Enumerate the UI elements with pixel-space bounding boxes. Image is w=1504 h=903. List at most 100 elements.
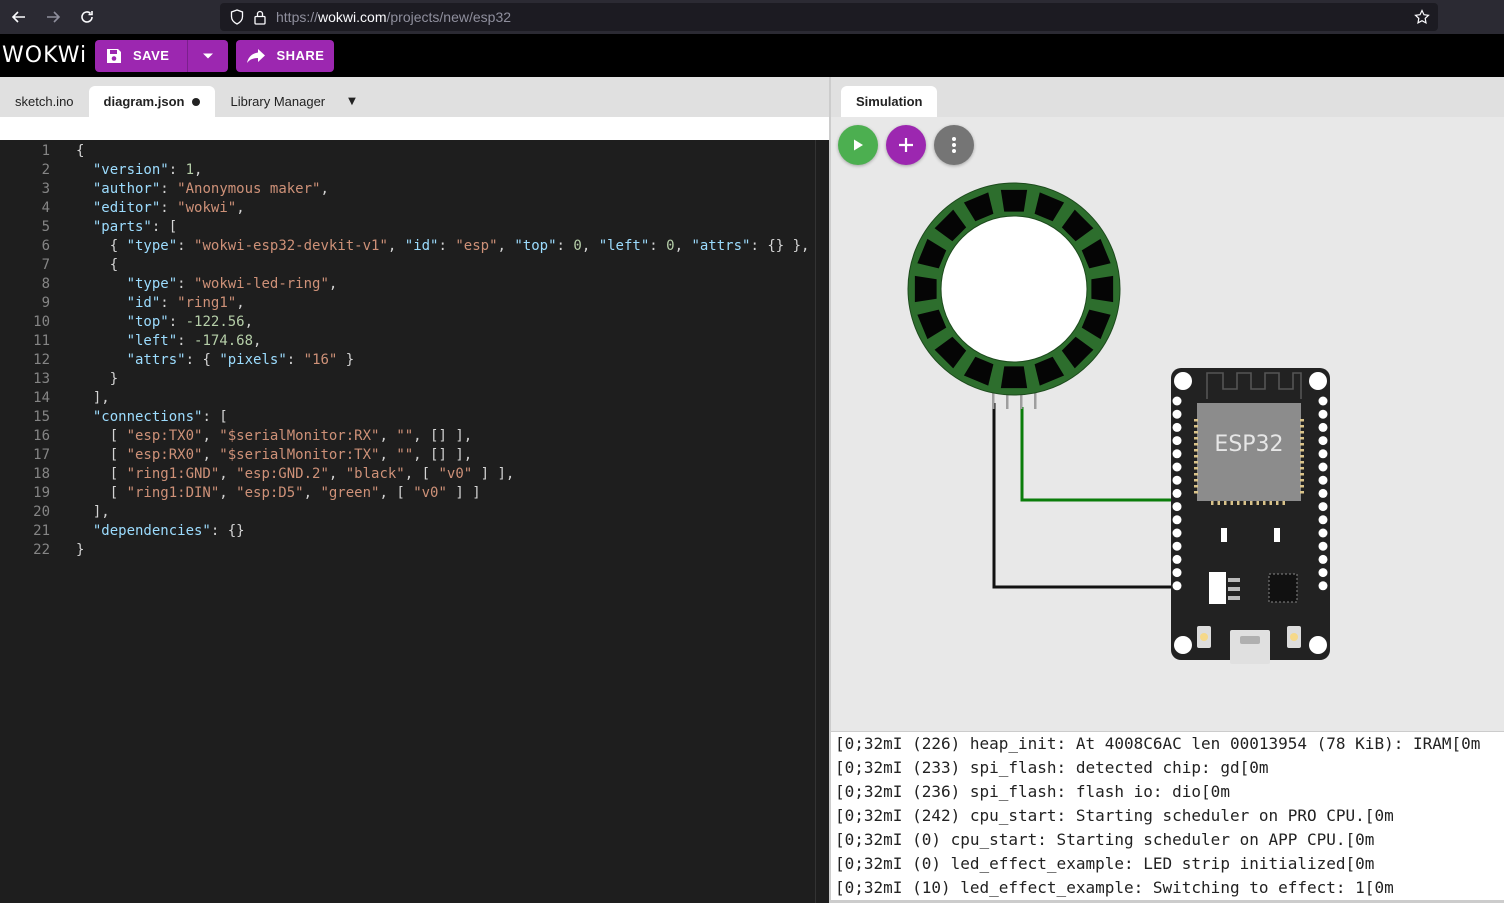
bookmark-star-icon[interactable] [1414, 9, 1430, 25]
code-line[interactable]: 7 { [0, 256, 829, 275]
code-line[interactable]: 12 "attrs": { "pixels": "16" } [0, 351, 829, 370]
header-pin[interactable] [1318, 528, 1328, 538]
code-line[interactable]: 17 [ "esp:RX0", "$serialMonitor:TX", "",… [0, 446, 829, 465]
line-number: 11 [33, 333, 50, 349]
code-text: { [76, 257, 119, 273]
code-line[interactable]: 11 "left": -174.68, [0, 332, 829, 351]
left-pin-header [1172, 396, 1182, 591]
save-options-button[interactable] [188, 39, 229, 72]
reload-icon[interactable] [72, 2, 102, 32]
chip-label: ESP32 [1214, 432, 1284, 457]
forward-icon[interactable] [38, 2, 68, 32]
editor-scrollbar[interactable] [815, 140, 829, 903]
code-line[interactable]: 13 } [0, 370, 829, 389]
add-part-button[interactable] [886, 125, 926, 165]
header-pin[interactable] [1172, 475, 1182, 485]
start-simulation-button[interactable] [838, 125, 878, 165]
code-line[interactable]: 14 ], [0, 389, 829, 408]
code-line[interactable]: 20 ], [0, 503, 829, 522]
unsaved-dot-icon [192, 97, 201, 106]
header-pin[interactable] [1318, 581, 1328, 591]
code-text: "connections": [ [92, 409, 228, 425]
code-line[interactable]: 21 "dependencies": {} [0, 522, 829, 541]
header-pin[interactable] [1318, 409, 1328, 419]
header-pin[interactable] [1318, 568, 1328, 578]
header-pin[interactable] [1318, 488, 1328, 498]
header-pin[interactable] [1318, 475, 1328, 485]
line-number: 3 [41, 181, 50, 197]
code-line[interactable]: 9 "id": "ring1", [0, 294, 829, 313]
right-pin-header [1318, 396, 1328, 591]
header-pin[interactable] [1318, 462, 1328, 472]
header-pin[interactable] [1172, 581, 1182, 591]
code-line[interactable]: 16 [ "esp:TX0", "$serialMonitor:RX", "",… [0, 427, 829, 446]
header-pin[interactable] [1318, 554, 1328, 564]
header-pin[interactable] [1318, 449, 1328, 459]
share-arrow-icon [246, 48, 266, 64]
header-pin[interactable] [1318, 436, 1328, 446]
tab-sketch-ino[interactable]: sketch.ino [0, 86, 89, 117]
share-button[interactable]: SHARE [236, 39, 335, 72]
header-pin[interactable] [1172, 396, 1182, 406]
code-line[interactable]: 6 { "type": "wokwi-esp32-devkit-v1", "id… [0, 237, 829, 256]
tabs-menu-caret-icon[interactable]: ▼ [348, 86, 356, 117]
esp32-devkit-board[interactable] [1171, 368, 1330, 664]
line-number: 7 [41, 257, 50, 273]
code-line[interactable]: 18 [ "ring1:GND", "esp:GND.2", "black", … [0, 465, 829, 484]
share-label: SHARE [276, 48, 325, 63]
code-line[interactable]: 19 [ "ring1:DIN", "esp:D5", "green", [ "… [0, 484, 829, 503]
line-number: 18 [33, 466, 50, 482]
header-pin[interactable] [1172, 449, 1182, 459]
header-pin[interactable] [1318, 541, 1328, 551]
header-pin[interactable] [1318, 515, 1328, 525]
code-text: "author": "Anonymous maker", [92, 181, 329, 197]
header-pin[interactable] [1318, 396, 1328, 406]
header-pin[interactable] [1172, 515, 1182, 525]
header-pin[interactable] [1172, 462, 1182, 472]
code-text: "dependencies": {} [92, 523, 245, 539]
tab-library-manager[interactable]: Library Manager [215, 86, 340, 117]
more-options-button[interactable] [934, 125, 974, 165]
code-line[interactable]: 1{ [0, 142, 829, 161]
code-editor[interactable]: 1{2 "version": 1, 3 "author": "Anonymous … [0, 140, 829, 560]
header-pin[interactable] [1172, 422, 1182, 432]
header-pin[interactable] [1318, 422, 1328, 432]
code-line[interactable]: 15 "connections": [ [0, 408, 829, 427]
simulation-canvas[interactable]: ESP32 [831, 117, 1504, 731]
line-number: 16 [33, 428, 50, 444]
code-line[interactable]: 2 "version": 1, [0, 161, 829, 180]
line-number: 10 [33, 314, 50, 330]
code-line[interactable]: 4 "editor": "wokwi", [0, 199, 829, 218]
tab-diagram-json[interactable]: diagram.json [88, 86, 216, 117]
header-pin[interactable] [1172, 488, 1182, 498]
line-number: 19 [33, 485, 50, 501]
code-text: { [76, 143, 85, 159]
url-bar[interactable]: https://wokwi.com/projects/new/esp32 [220, 3, 1438, 31]
tab-label: diagram.json [103, 94, 185, 109]
line-number: 1 [41, 143, 50, 159]
wokwi-logo[interactable]: WOKWi [2, 43, 92, 68]
header-pin[interactable] [1172, 502, 1182, 512]
code-text: ], [76, 504, 110, 520]
browser-toolbar: https://wokwi.com/projects/new/esp32 [0, 0, 1504, 34]
header-pin[interactable] [1172, 554, 1182, 564]
code-line[interactable]: 3 "author": "Anonymous maker", [0, 180, 829, 199]
back-icon[interactable] [4, 2, 34, 32]
header-pin[interactable] [1318, 502, 1328, 512]
code-line[interactable]: 5 "parts": [ [0, 218, 829, 237]
serial-monitor[interactable]: [0;32mI (226) heap_init: At 4008C6AC len… [831, 731, 1504, 903]
save-button[interactable]: SAVE [95, 39, 189, 72]
header-pin[interactable] [1172, 568, 1182, 578]
editor-panel: sketch.ino diagram.json Library Manager … [0, 77, 829, 903]
header-pin[interactable] [1172, 409, 1182, 419]
led-ring[interactable] [907, 182, 1121, 409]
line-number: 13 [33, 371, 50, 387]
code-line[interactable]: 8 "type": "wokwi-led-ring", [0, 275, 829, 294]
header-pin[interactable] [1172, 436, 1182, 446]
line-number: 6 [41, 238, 50, 254]
header-pin[interactable] [1172, 541, 1182, 551]
header-pin[interactable] [1172, 528, 1182, 538]
tab-simulation[interactable]: Simulation [841, 86, 938, 117]
code-line[interactable]: 22} [0, 541, 829, 560]
code-line[interactable]: 10 "top": -122.56, [0, 313, 829, 332]
